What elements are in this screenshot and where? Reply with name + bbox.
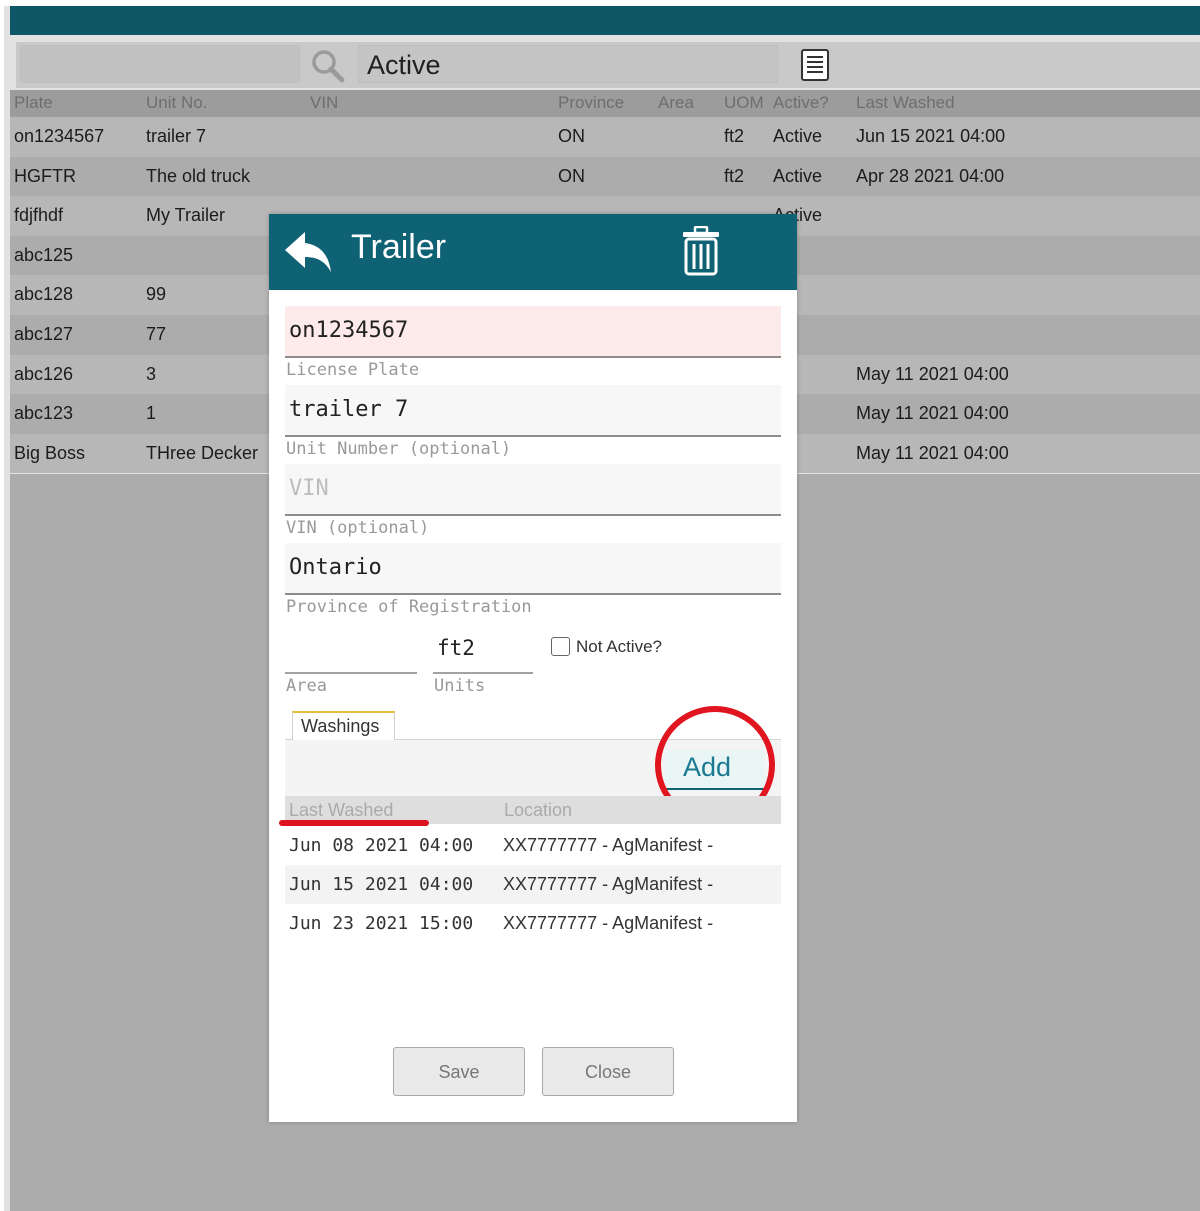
dialog-title: Trailer xyxy=(351,228,447,266)
cell-last-washed: May 11 2021 04:00 xyxy=(856,363,1009,384)
column-header-last-washed[interactable]: Last Washed xyxy=(289,800,393,821)
not-active-label[interactable]: Not Active? xyxy=(576,637,662,657)
cell-unit: My Trailer xyxy=(146,205,226,226)
close-button[interactable]: Close xyxy=(542,1047,674,1096)
units-value: ft2 xyxy=(437,636,475,660)
cell-plate: abc123 xyxy=(14,403,74,424)
active-filter-value: Active xyxy=(367,50,441,80)
cell-province: ON xyxy=(558,126,585,146)
washing-row[interactable]: Jun 08 2021 04:00 XX7777777 - AgManifest… xyxy=(285,826,781,865)
units-field[interactable]: ft2 xyxy=(433,622,533,674)
cell-plate: Big Boss xyxy=(14,442,86,463)
province-label: Province of Registration xyxy=(286,597,532,617)
cell-unit: trailer 7 xyxy=(146,126,207,146)
cell-active: Active xyxy=(773,126,823,146)
cell-unit: 3 xyxy=(146,363,157,384)
washing-date: Jun 23 2021 15:00 xyxy=(289,913,474,934)
cell-plate: abc126 xyxy=(14,363,74,384)
area-label: Area xyxy=(286,676,327,696)
washing-location: XX7777777 - AgManifest - xyxy=(503,874,714,894)
not-active-checkbox[interactable] xyxy=(551,637,570,656)
vin-placeholder: VIN xyxy=(289,476,329,501)
province-value: Ontario xyxy=(289,555,382,580)
washing-date: Jun 08 2021 04:00 xyxy=(289,835,474,856)
province-field[interactable]: Ontario xyxy=(285,543,781,595)
close-button-label: Close xyxy=(584,1062,632,1082)
column-header-unit[interactable]: Unit No. xyxy=(146,93,207,113)
cell-last-washed: Apr 28 2021 04:00 xyxy=(856,165,1005,186)
cell-unit: The old truck xyxy=(146,165,251,186)
column-header-province[interactable]: Province xyxy=(558,93,624,113)
table-row[interactable]: on1234567 trailer 7 ON ft2 Active Jun 15… xyxy=(10,117,1200,157)
cell-plate: abc127 xyxy=(14,323,74,344)
washing-date: Jun 15 2021 04:00 xyxy=(289,874,474,895)
tab-washings[interactable]: Washings xyxy=(292,711,395,740)
cell-plate: HGFTR xyxy=(14,165,76,186)
license-plate-field[interactable]: on1234567 xyxy=(285,306,781,358)
table-header: Plate Unit No. VIN Province Area UOM Act… xyxy=(10,90,1200,117)
search-input[interactable] xyxy=(20,45,300,83)
search-bar: Active xyxy=(16,42,1200,88)
table-row[interactable]: HGFTR The old truck ON ft2 Active Apr 28… xyxy=(10,156,1200,197)
vin-field[interactable]: VIN xyxy=(285,464,781,516)
license-plate-value: on1234567 xyxy=(289,318,409,343)
unit-number-field[interactable]: trailer 7 xyxy=(285,385,781,437)
column-header-plate[interactable]: Plate xyxy=(14,93,53,113)
washing-location: XX7777777 - AgManifest - xyxy=(503,835,714,855)
washing-row[interactable]: Jun 23 2021 15:00 XX7777777 - AgManifest… xyxy=(285,904,781,943)
dialog-header: Trailer xyxy=(269,214,797,290)
trailer-dialog: Trailer on1234567 License Plate trailer … xyxy=(269,214,797,1122)
cell-plate: on1234567 xyxy=(14,126,105,146)
active-filter-select[interactable]: Active xyxy=(358,45,778,83)
cell-uom: ft2 xyxy=(724,165,745,186)
cell-last-washed: Jun 15 2021 04:00 xyxy=(856,126,1006,146)
cell-active: Active xyxy=(773,165,823,186)
save-button[interactable]: Save xyxy=(393,1047,525,1096)
cell-plate: fdjfhdf xyxy=(14,205,64,226)
unit-number-label: Unit Number (optional) xyxy=(286,439,512,459)
column-header-vin[interactable]: VIN xyxy=(310,93,338,113)
unit-number-value: trailer 7 xyxy=(289,397,409,422)
washing-location: XX7777777 - AgManifest - xyxy=(503,913,714,933)
cell-unit: THree Decker xyxy=(146,442,259,463)
back-arrow-icon[interactable] xyxy=(283,228,335,276)
cell-plate: abc128 xyxy=(14,284,74,305)
column-header-area[interactable]: Area xyxy=(658,93,694,113)
column-header-uom[interactable]: UOM xyxy=(724,93,764,113)
column-header-location[interactable]: Location xyxy=(504,800,572,821)
washing-row[interactable]: Jun 15 2021 04:00 XX7777777 - AgManifest… xyxy=(285,865,781,904)
list-icon[interactable] xyxy=(798,48,832,82)
save-button-label: Save xyxy=(438,1062,480,1082)
cell-last-washed: May 11 2021 04:00 xyxy=(856,442,1009,463)
cell-plate: abc125 xyxy=(14,244,74,265)
cell-unit: 99 xyxy=(146,284,167,305)
search-icon[interactable] xyxy=(310,48,346,84)
column-header-active[interactable]: Active? xyxy=(773,93,829,113)
column-header-last-washed[interactable]: Last Washed xyxy=(856,93,955,113)
units-label: Units xyxy=(434,676,486,696)
vin-label: VIN (optional) xyxy=(286,518,430,538)
cell-unit: 1 xyxy=(146,403,157,424)
tab-washings-label: Washings xyxy=(301,716,380,736)
cell-uom: ft2 xyxy=(724,126,745,146)
license-plate-label: License Plate xyxy=(286,360,420,380)
cell-last-washed: May 11 2021 04:00 xyxy=(856,403,1009,424)
trash-icon[interactable] xyxy=(681,226,721,276)
area-field[interactable] xyxy=(285,622,417,674)
top-bar xyxy=(10,6,1200,35)
cell-province: ON xyxy=(558,165,585,186)
cell-unit: 77 xyxy=(146,323,167,344)
